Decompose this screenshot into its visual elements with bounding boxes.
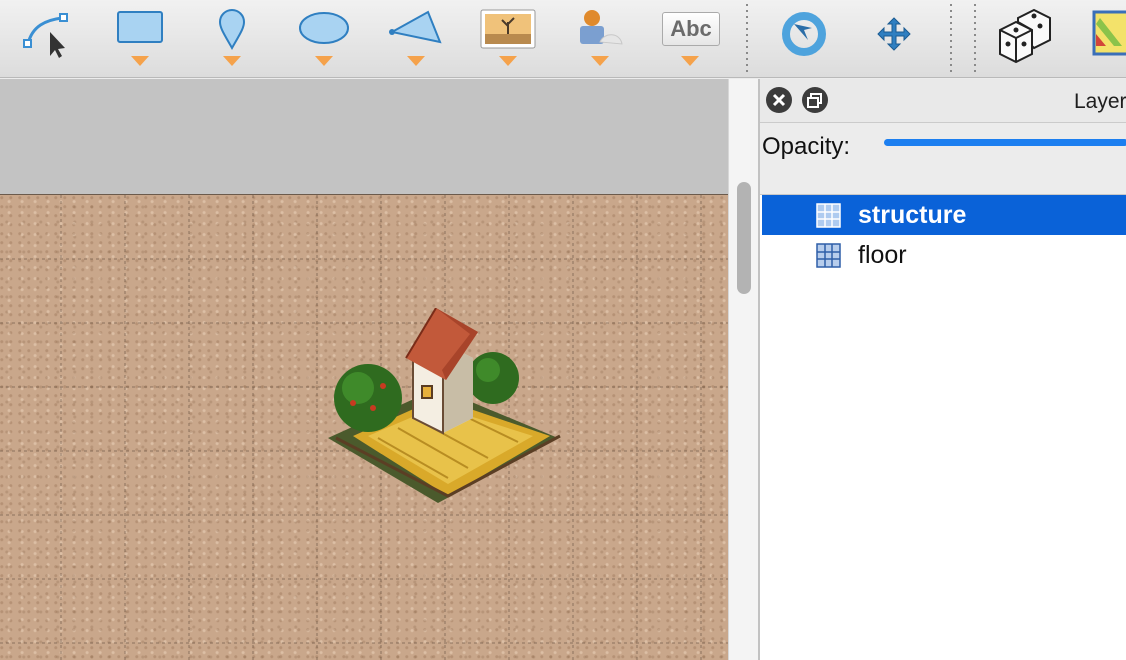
- node-edit-icon: [23, 13, 68, 58]
- panel-title: Layers: [1074, 90, 1126, 113]
- farm-building-tile[interactable]: [318, 308, 568, 508]
- toolbar-separator: [950, 4, 952, 76]
- tile-layer-icon: [816, 203, 841, 228]
- dice-icon: [999, 8, 1051, 64]
- layers-panel-header: Layers: [760, 79, 1126, 123]
- dropdown-arrow-icon: [407, 56, 425, 66]
- float-icon: [807, 93, 822, 108]
- template-tool-button[interactable]: [570, 6, 630, 70]
- edit-polygon-tool-button[interactable]: [18, 6, 78, 70]
- image-tool-button[interactable]: [478, 6, 538, 70]
- move-tool-button[interactable]: [866, 6, 926, 70]
- layer-list: structure floor: [762, 195, 1126, 275]
- map-canvas[interactable]: [0, 194, 728, 660]
- scrollbar-thumb[interactable]: [737, 182, 751, 294]
- opacity-slider[interactable]: [884, 139, 1126, 146]
- layers-panel: Layers Opacity: structure floor: [758, 79, 1126, 660]
- random-mode-tool-button[interactable]: [994, 6, 1054, 70]
- terrain-icon: [1092, 10, 1126, 56]
- text-icon: Abc: [662, 12, 720, 46]
- wang-fill-tool-button[interactable]: [1092, 6, 1126, 70]
- close-icon: [772, 93, 786, 107]
- dropdown-arrow-icon: [591, 56, 609, 66]
- rotate-tool-button[interactable]: [774, 6, 834, 70]
- move-icon: [877, 17, 911, 51]
- map-vertical-scrollbar[interactable]: [728, 79, 758, 660]
- toolbar: Abc: [0, 0, 1126, 78]
- rotate-icon: [782, 12, 826, 56]
- opacity-row: Opacity:: [760, 123, 1126, 195]
- dropdown-arrow-icon: [315, 56, 333, 66]
- text-tool-button[interactable]: Abc: [660, 6, 720, 70]
- tile-layer-icon: [816, 243, 841, 268]
- layer-row-floor[interactable]: floor: [762, 235, 1126, 275]
- point-tool-button[interactable]: [202, 6, 262, 70]
- rectangle-tool-button[interactable]: [110, 6, 170, 70]
- ellipse-tool-button[interactable]: [294, 6, 354, 70]
- dropdown-arrow-icon: [131, 56, 149, 66]
- opacity-label: Opacity:: [762, 133, 851, 160]
- layer-row-structure[interactable]: structure: [762, 195, 1126, 235]
- dropdown-arrow-icon: [499, 56, 517, 66]
- dropdown-arrow-icon: [681, 56, 699, 66]
- float-panel-button[interactable]: [802, 87, 828, 113]
- dropdown-arrow-icon: [223, 56, 241, 66]
- map-view[interactable]: [0, 79, 728, 660]
- close-panel-button[interactable]: [766, 87, 792, 113]
- toolbar-separator: [746, 4, 748, 76]
- polygon-tool-button[interactable]: [386, 6, 446, 70]
- layer-name: floor: [858, 241, 907, 269]
- layer-name: structure: [858, 201, 967, 229]
- toolbar-separator: [974, 4, 976, 76]
